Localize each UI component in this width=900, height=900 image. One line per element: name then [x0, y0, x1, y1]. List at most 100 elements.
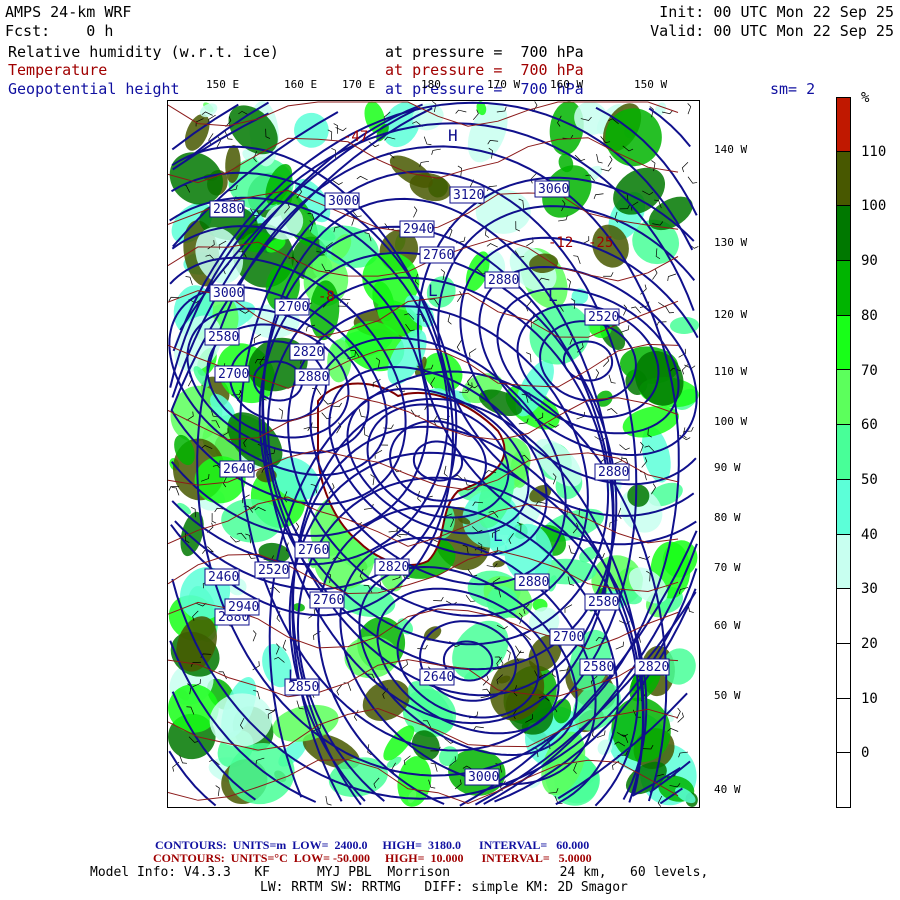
longitude-label: 180 — [421, 78, 441, 91]
colorbar-bin — [836, 643, 851, 699]
height-contour-label: 2820 — [293, 345, 324, 360]
wind-barb — [619, 444, 630, 451]
colorbar-label: 50 — [861, 471, 878, 488]
model-physics: LW: RRTM SW: RRTMG DIFF: simple KM: 2D S… — [260, 880, 628, 895]
colorbar-bin — [836, 151, 851, 207]
wind-barb — [687, 103, 692, 115]
height-contour-label: 2880 — [488, 273, 519, 288]
pressure-center-label: L — [548, 286, 558, 305]
field-temp-level: at pressure = 700 hPa — [385, 61, 584, 79]
wind-barb — [171, 487, 180, 496]
longitude-label: 70 W — [714, 561, 741, 574]
temperature-label: -25 — [588, 235, 613, 251]
wind-barb — [278, 408, 284, 419]
wind-barb — [433, 596, 444, 602]
longitude-label: 120 W — [714, 308, 748, 321]
humidity-shading — [294, 112, 329, 148]
wind-barb — [469, 348, 477, 358]
longitude-label: 80 W — [714, 511, 741, 524]
height-contour-label: 2580 — [588, 595, 619, 610]
colorbar-label: 10 — [861, 690, 878, 707]
colorbar — [836, 97, 851, 808]
colorbar-label: 20 — [861, 636, 878, 652]
valid-time: Valid: 00 UTC Mon 22 Sep 25 — [650, 22, 894, 40]
colorbar-bin — [836, 315, 851, 371]
height-contour-label: 2640 — [223, 462, 254, 477]
wind-barb — [313, 631, 321, 640]
colorbar-unit: % — [861, 90, 870, 106]
longitude-label: 60 W — [714, 619, 741, 632]
colorbar-label: 80 — [861, 307, 878, 324]
height-contour-label: 2580 — [208, 330, 239, 345]
colorbar-bin — [836, 589, 851, 644]
height-contour-label: 2520 — [258, 563, 289, 578]
colorbar-label: 90 — [861, 253, 878, 270]
height-contour-label: 3000 — [213, 286, 244, 301]
wind-barb — [185, 276, 193, 285]
pressure-center-label: L — [288, 666, 298, 685]
longitude-label: 130 W — [714, 236, 748, 249]
pressure-center-label: L — [493, 526, 503, 545]
wind-barb — [615, 641, 624, 650]
height-contour-label: 2700 — [218, 367, 249, 382]
height-contour-label: 2700 — [553, 630, 584, 645]
field-temp: Temperature — [8, 61, 108, 79]
map-panel: 2880 3000 2940 3120 3060 2760 2880 3000 2700 2640… — [167, 100, 700, 808]
longitude-label: 170 E — [342, 78, 376, 91]
colorbar-bin — [836, 753, 851, 808]
height-contour-label: 2940 — [403, 222, 434, 237]
wind-barb — [325, 795, 332, 806]
wind-barb — [356, 175, 368, 181]
longitude-label: 160 W — [550, 78, 584, 91]
longitude-label: 100 W — [714, 415, 748, 428]
wind-barb — [681, 161, 689, 173]
wind-barb — [652, 268, 658, 280]
wind-barb — [600, 167, 612, 172]
map-canvas: 2880 3000 2940 3120 3060 2760 2880 3000 2700 2640… — [168, 101, 699, 807]
colorbar-bin — [836, 97, 851, 152]
field-height: Geopotential height — [8, 80, 180, 98]
temperature-label: -47 — [343, 129, 368, 145]
temperature-label: -12 — [548, 235, 573, 251]
height-contour-label: 3000 — [328, 194, 359, 209]
model-info: Model Info: V4.3.3 KF MYJ PBL Morrison 2… — [90, 865, 709, 880]
wind-barb — [333, 123, 338, 134]
height-contour-label: 2760 — [423, 248, 454, 263]
colorbar-bin — [836, 370, 851, 426]
height-contour-label: 2880 — [518, 575, 549, 590]
height-contour-label: 2760 — [298, 543, 329, 558]
pressure-center-label: H — [448, 126, 458, 145]
smoothing-label: sm= 2 — [770, 80, 816, 98]
pressure-center-label: L — [428, 281, 438, 300]
height-contour-label: 2880 — [598, 465, 629, 480]
wind-barb — [282, 639, 287, 651]
wind-barb — [593, 193, 604, 200]
height-contour-label: 2820 — [638, 660, 669, 675]
height-contour-label: 3120 — [453, 188, 484, 203]
colorbar-label: 60 — [861, 417, 878, 434]
colorbar-bin — [836, 479, 851, 535]
colorbar-label: 100 — [861, 198, 887, 215]
height-contour-label: 2880 — [298, 370, 329, 385]
colorbar-label: 70 — [861, 362, 878, 379]
height-contour-label: 2460 — [208, 570, 239, 585]
height-contour-label: 2940 — [228, 600, 259, 615]
colorbar-bin — [836, 206, 851, 262]
colorbar-label: 30 — [861, 581, 878, 598]
wind-barb — [431, 148, 441, 155]
forecast-hour: Fcst: 0 h — [5, 22, 114, 40]
height-contour-label: 2640 — [423, 670, 454, 685]
longitude-label: 150 E — [206, 78, 240, 91]
colorbar-label: 40 — [861, 526, 878, 543]
height-contour-label: 2580 — [583, 660, 614, 675]
colorbar-bin — [836, 425, 851, 480]
longitude-label: 40 W — [714, 783, 741, 796]
wind-barb — [667, 273, 677, 281]
temp-contour-info: CONTOURS: UNITS=°C LOW= -50.000 HIGH= 10… — [153, 851, 592, 865]
wind-barb — [455, 109, 467, 114]
longitude-label: 90 W — [714, 461, 741, 474]
wind-barb — [573, 255, 581, 264]
height-contour-label: 2820 — [378, 560, 409, 575]
wind-barb — [413, 206, 418, 218]
humidity-shading — [176, 502, 192, 515]
